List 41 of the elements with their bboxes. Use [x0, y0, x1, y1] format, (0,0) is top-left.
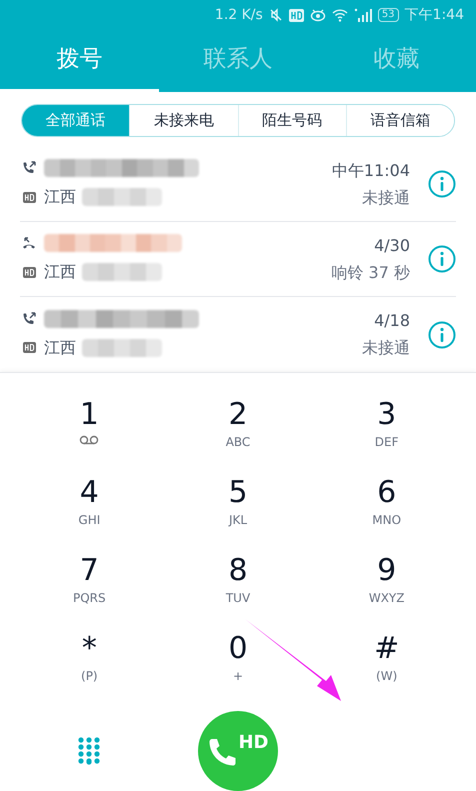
info-icon[interactable]	[428, 320, 456, 348]
call-location: 江西	[44, 186, 76, 208]
call-status: 响铃 37 秒	[331, 262, 410, 284]
dial-key[interactable]: 3 DEF	[312, 397, 461, 455]
dial-key[interactable]: 4 GHI	[15, 475, 164, 533]
dialpad-icon[interactable]	[78, 737, 100, 765]
dial-key[interactable]: 0 +	[164, 631, 312, 689]
call-location: 江西	[44, 261, 76, 283]
clock: 下午1:44	[404, 6, 464, 24]
dial-key[interactable]: 9 WXYZ	[312, 553, 461, 611]
voicemail-icon	[79, 435, 100, 445]
signal-icon	[354, 8, 372, 22]
dial-key[interactable]: 1	[15, 397, 164, 455]
dial-key[interactable]: # (W)	[312, 631, 461, 689]
hd-icon	[22, 342, 36, 353]
dial-key[interactable]: 7 PQRS	[15, 553, 164, 611]
dial-key[interactable]: 8 TUV	[164, 553, 312, 611]
wifi-icon	[332, 8, 348, 22]
mute-icon	[268, 8, 283, 22]
outgoing-call-icon	[21, 310, 37, 326]
battery-indicator: 53	[378, 8, 399, 22]
call-location: 江西	[44, 336, 76, 358]
dial-key[interactable]: 2 ABC	[164, 397, 312, 455]
hd-icon	[288, 8, 304, 22]
dial-key[interactable]: * (P)	[15, 631, 164, 689]
hd-icon	[22, 266, 36, 278]
dial-key[interactable]: 6 MNO	[312, 475, 461, 533]
call-status: 未接通	[362, 186, 410, 208]
dial-key[interactable]: 5 JKL	[164, 475, 312, 533]
info-icon[interactable]	[428, 170, 456, 198]
call-status: 未接通	[362, 337, 410, 359]
eye-icon	[310, 8, 326, 22]
call-time: 4/30	[374, 234, 410, 256]
missed-call-icon	[21, 235, 37, 251]
info-icon[interactable]	[428, 245, 456, 273]
hd-icon	[22, 192, 36, 202]
network-speed: 1.2 K/s	[214, 6, 263, 24]
call-time: 4/18	[374, 310, 410, 332]
outgoing-call-icon	[21, 160, 37, 176]
filter-segment[interactable]: 语音信箱	[346, 105, 454, 136]
call-time: 中午11:04	[332, 160, 410, 182]
